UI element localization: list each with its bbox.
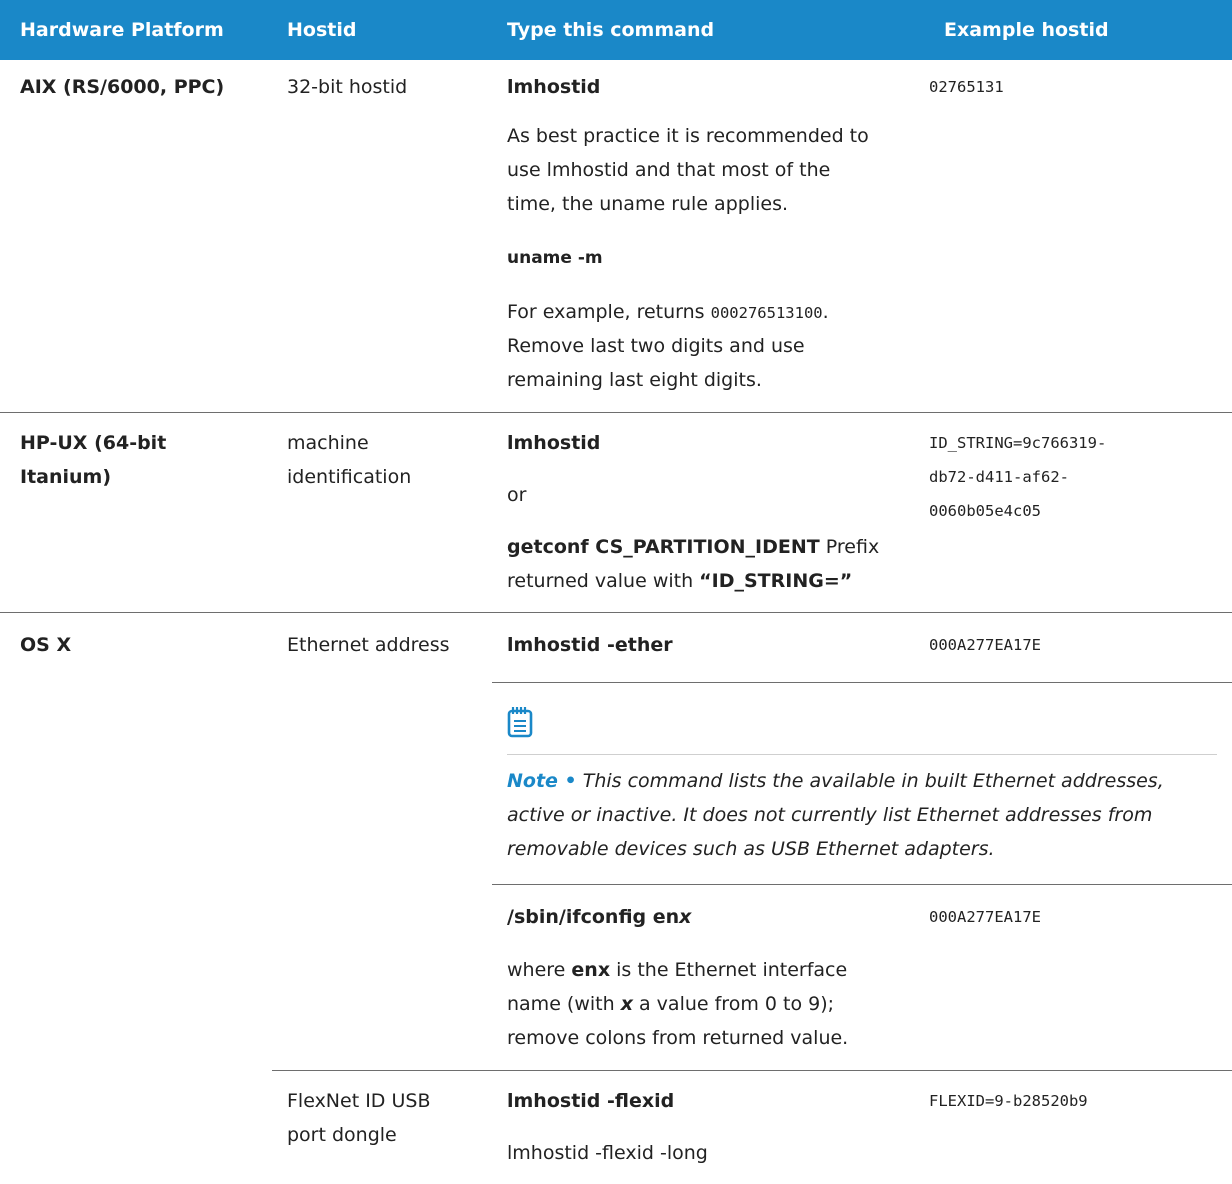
ifconfig-desc-1: where enx is the Ethernet interface [507, 959, 848, 981]
table-header: Hardware Platform Hostid Type this comma… [0, 0, 1232, 60]
ifconfig-desc-3: remove colons from returned value. [507, 1027, 849, 1049]
header-example-hostid: Example hostid [944, 19, 1109, 41]
command-flexid-long: lmhostid -flexid -long [507, 1142, 708, 1164]
hostid-osx-ethernet: Ethernet address [287, 634, 450, 656]
example-aix-line3: remaining last eight digits. [507, 369, 762, 391]
subrow-divider [492, 884, 1232, 885]
command-aix-uname: uname -m [507, 248, 603, 268]
header-command: Type this command [507, 19, 715, 41]
example-hostid-hpux-2: db72-d411-af62- [929, 468, 1069, 486]
note-line-3: removable devices such as USB Ethernet a… [507, 838, 995, 860]
command-hpux: lmhostid [507, 432, 601, 454]
example-hostid-osx-2: 000A277EA17E [929, 908, 1041, 926]
example-hostid-flexid: FLEXID=9-b28520b9 [929, 1092, 1088, 1110]
ifconfig-desc-2: name (with x a value from 0 to 9); [507, 993, 835, 1015]
row-divider [0, 412, 1232, 413]
desc-aix-2: use lmhostid and that most of the [507, 159, 831, 181]
hostid-hpux-2: identification [287, 466, 412, 488]
command-osx-ether: lmhostid -ether [507, 634, 673, 656]
example-aix-line1: For example, returns 000276513100. [507, 301, 829, 323]
platform-hpux-1: HP-UX (64-bit [20, 432, 167, 454]
example-hostid-osx-1: 000A277EA17E [929, 636, 1041, 654]
command-hpux-getconf: getconf CS_PARTITION_IDENT Prefix [507, 536, 880, 558]
notepad-icon [507, 707, 533, 738]
subrow-divider [272, 1070, 1232, 1071]
platform-aix: AIX (RS/6000, PPC) [20, 76, 225, 98]
or-text: or [507, 484, 527, 506]
header-hostid: Hostid [287, 19, 357, 41]
command-flexid: lmhostid -flexid [507, 1090, 675, 1112]
example-aix-line2: Remove last two digits and use [507, 335, 805, 357]
hpux-prefix-line: returned value with “ID_STRING=” [507, 570, 853, 592]
hostid-aix: 32-bit hostid [287, 76, 408, 98]
hostid-hpux-1: machine [287, 432, 369, 454]
desc-aix-1: As best practice it is recommended to [507, 125, 869, 147]
hostid-flexid-2: port dongle [287, 1124, 397, 1146]
desc-aix-3: time, the uname rule applies. [507, 193, 789, 215]
example-hostid-hpux-1: ID_STRING=9c766319- [929, 434, 1107, 452]
command-aix: lmhostid [507, 76, 601, 98]
row-divider [0, 612, 1232, 613]
hostid-flexid-1: FlexNet ID USB [287, 1090, 431, 1112]
platform-osx: OS X [20, 634, 72, 656]
example-hostid-hpux-3: 0060b05e4c05 [929, 502, 1041, 520]
subrow-divider [492, 682, 1232, 683]
header-hardware-platform: Hardware Platform [20, 19, 224, 41]
platform-hpux-2: Itanium) [20, 466, 112, 488]
example-hostid-aix: 02765131 [929, 78, 1004, 96]
note-line-2: active or inactive. It does not currentl… [507, 804, 1153, 826]
command-osx-ifconfig: /sbin/ifconfig enx [507, 906, 692, 928]
note-divider [507, 754, 1217, 755]
note-line-1: Note • This command lists the available … [507, 770, 1164, 792]
